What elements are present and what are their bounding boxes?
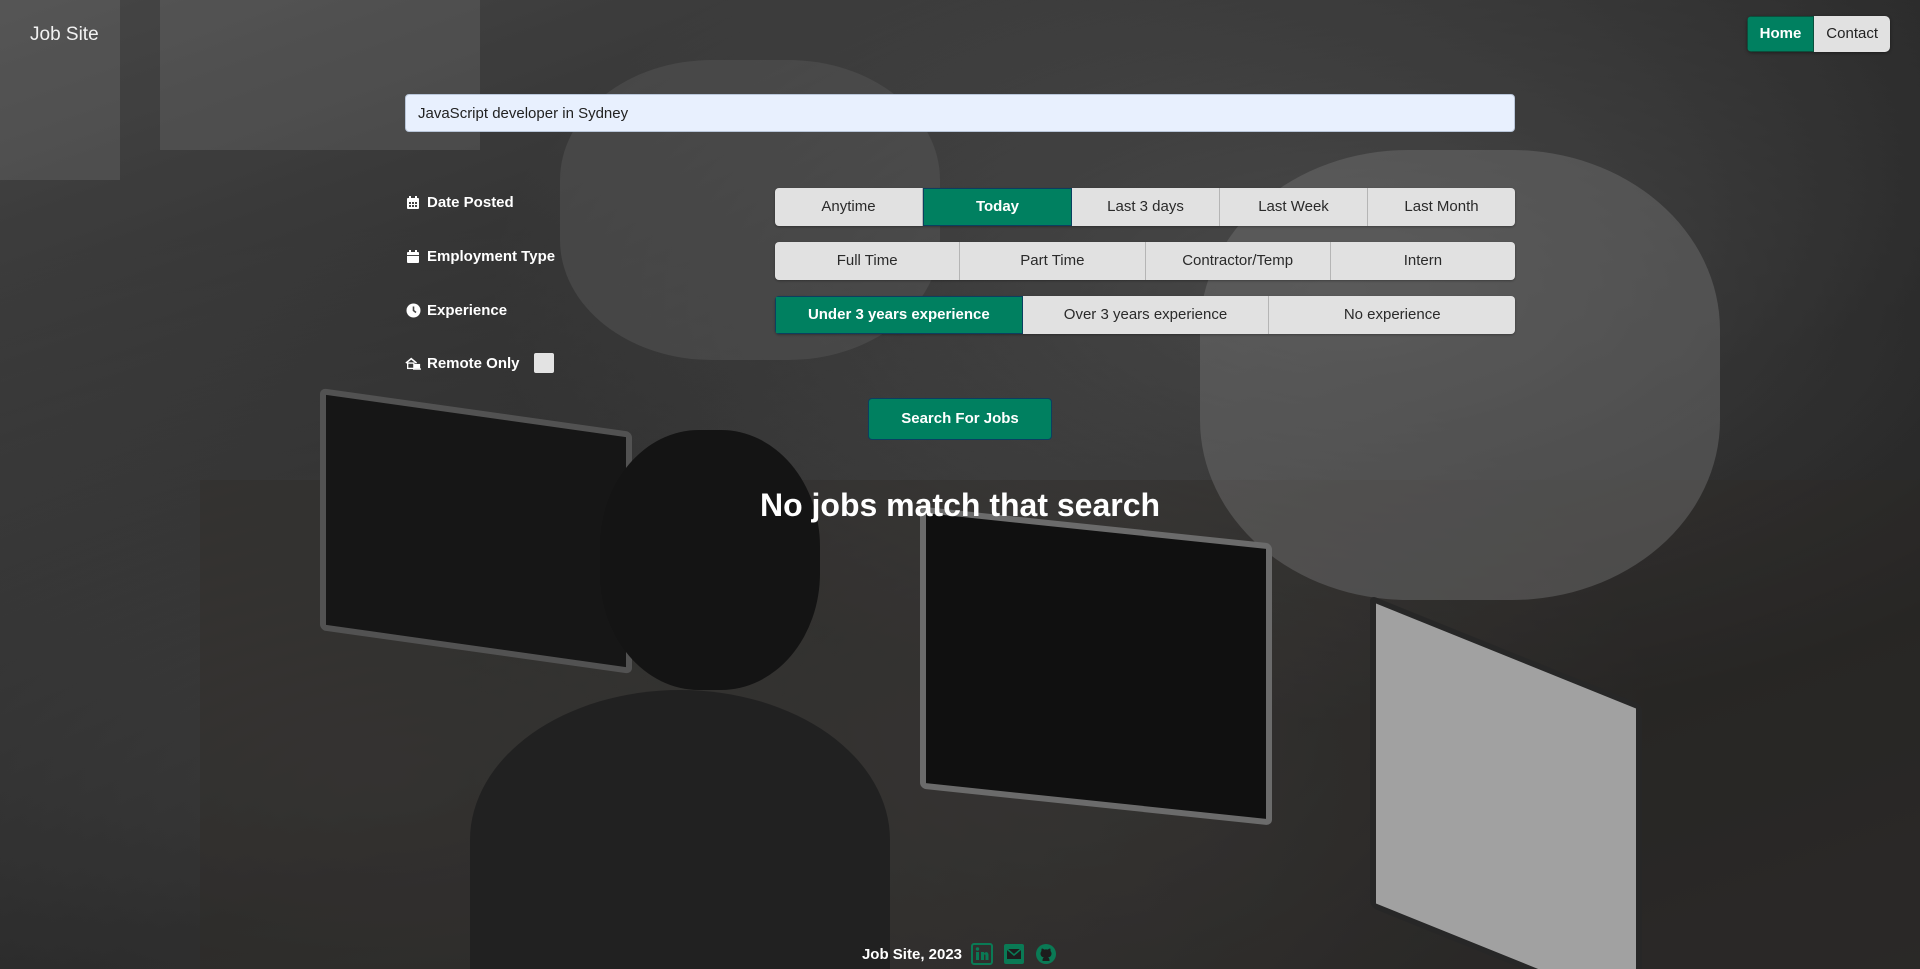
- github-icon[interactable]: [1034, 942, 1058, 966]
- date-option-last-week[interactable]: Last Week: [1220, 188, 1368, 226]
- date-option-today[interactable]: Today: [923, 188, 1072, 226]
- experience-text: Experience: [427, 302, 508, 319]
- background-photo: [0, 0, 1920, 969]
- house-laptop-icon: [405, 355, 421, 371]
- experience-options: Under 3 years experience Over 3 years ex…: [775, 296, 1515, 334]
- experience-label: Experience: [405, 302, 507, 319]
- no-results-message: No jobs match that search: [759, 487, 1161, 523]
- date-option-anytime[interactable]: Anytime: [775, 188, 923, 226]
- date-option-last-month[interactable]: Last Month: [1368, 188, 1515, 226]
- employment-option-part-time[interactable]: Part Time: [960, 242, 1146, 280]
- footer: Job Site, 2023: [0, 942, 1920, 966]
- employment-type-label: Employment Type: [405, 248, 555, 265]
- remote-only-label: Remote Only: [405, 353, 554, 373]
- nav-contact-button[interactable]: Contact: [1814, 16, 1890, 52]
- nav-home-button[interactable]: Home: [1746, 16, 1815, 52]
- date-posted-label: Date Posted: [405, 194, 514, 211]
- employment-option-full-time[interactable]: Full Time: [775, 242, 961, 280]
- calendar-icon: [405, 195, 421, 211]
- calendar-icon: [405, 249, 421, 265]
- remote-only-checkbox[interactable]: [533, 353, 554, 373]
- employment-type-options: Full Time Part Time Contractor/Temp Inte…: [775, 242, 1515, 280]
- email-icon[interactable]: [1002, 942, 1026, 966]
- employment-option-contractor[interactable]: Contractor/Temp: [1145, 242, 1331, 280]
- clock-icon: [405, 303, 421, 319]
- employment-type-text: Employment Type: [427, 248, 556, 265]
- search-input[interactable]: [405, 94, 1515, 132]
- experience-option-under-3[interactable]: Under 3 years experience: [775, 296, 1023, 334]
- date-posted-options: Anytime Today Last 3 days Last Week Last…: [775, 188, 1515, 226]
- experience-option-over-3[interactable]: Over 3 years experience: [1022, 296, 1270, 334]
- main-nav: Home Contact: [1746, 16, 1890, 52]
- brand-logo[interactable]: Job Site: [30, 24, 99, 46]
- date-posted-text: Date Posted: [427, 194, 514, 211]
- linkedin-icon[interactable]: [970, 942, 994, 966]
- remote-only-text: Remote Only: [427, 354, 520, 372]
- date-option-last-3-days[interactable]: Last 3 days: [1072, 188, 1220, 226]
- search-jobs-button[interactable]: Search For Jobs: [868, 398, 1052, 440]
- employment-option-intern[interactable]: Intern: [1330, 242, 1515, 280]
- footer-text: Job Site, 2023: [861, 945, 963, 963]
- experience-option-none[interactable]: No experience: [1269, 296, 1515, 334]
